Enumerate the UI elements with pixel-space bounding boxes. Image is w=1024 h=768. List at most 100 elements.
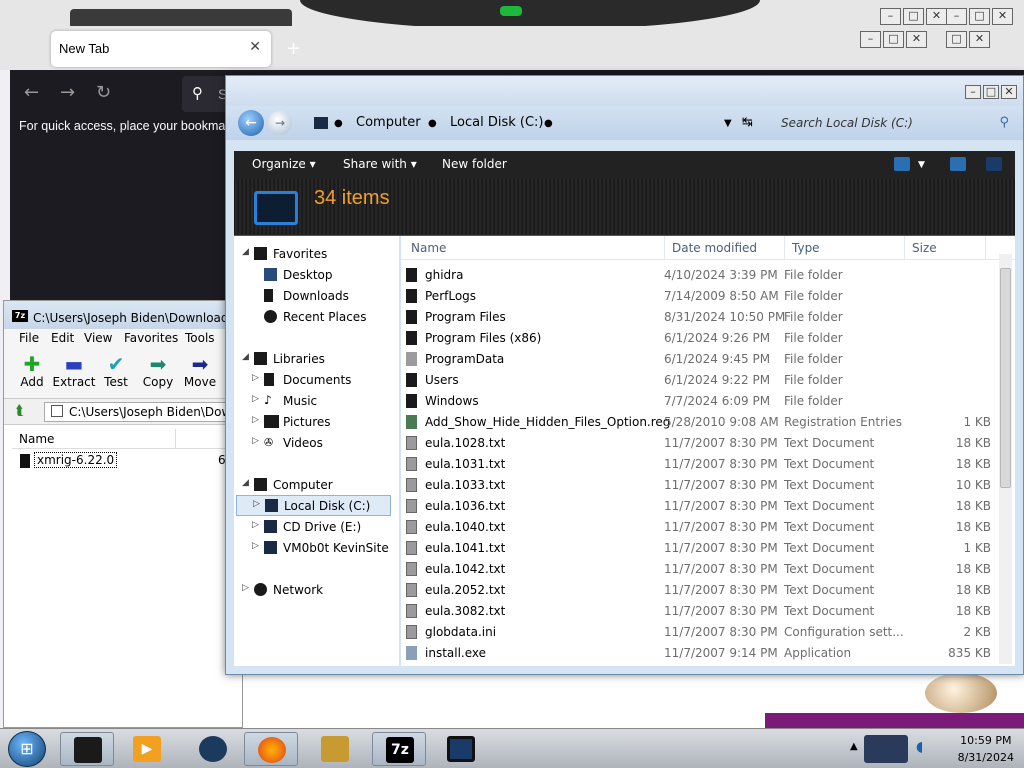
expand-icon[interactable]: ▷ [252,541,259,551]
column-name[interactable]: Name [411,241,446,255]
close-icon[interactable]: ✕ [969,31,990,48]
refresh-icon[interactable]: ↹ [742,115,753,130]
column-date-modified[interactable]: Date modified [672,241,757,255]
minimize-icon[interactable]: – [946,8,967,25]
clock[interactable]: 10:59 PM 8/31/2024 [958,732,1014,766]
maximize-icon[interactable]: □ [903,8,924,25]
menu-view[interactable]: View [84,331,112,345]
expand-icon[interactable]: ▷ [242,583,249,593]
back-button[interactable]: ← [238,110,264,136]
help-icon[interactable] [986,157,1002,171]
new-tab-button[interactable]: + [286,38,301,59]
column-type[interactable]: Type [792,241,820,255]
file-row[interactable]: ProgramData 6/1/2024 9:45 PM File folder [401,349,1001,370]
tray-app-icon[interactable] [864,735,908,763]
expand-icon[interactable]: ▷ [252,373,259,383]
taskbar-box-app[interactable] [308,732,362,766]
file-row[interactable]: Users 6/1/2024 9:22 PM File folder [401,370,1001,391]
expand-icon[interactable]: ▷ [253,499,260,509]
taskbar-media-player[interactable]: ▶ [120,732,174,766]
preview-pane-icon[interactable] [950,157,966,171]
collapse-icon[interactable]: ◢ [242,247,249,257]
taskbar-globe-app[interactable] [186,732,240,766]
search-box[interactable]: Search Local Disk (C:) ⚲ [771,110,1013,136]
file-row[interactable]: eula.1028.txt 11/7/2007 8:30 PM Text Docum… [401,433,1001,454]
breadcrumb-separator-icon[interactable]: ● [334,118,343,129]
minimize-icon[interactable]: – [860,31,881,48]
start-button[interactable]: ⊞ [8,731,46,767]
expand-icon[interactable]: ▷ [252,394,259,404]
file-row[interactable]: install.exe 11/7/2007 9:14 PM Application 8… [401,643,1001,664]
taskbar-firefox[interactable] [244,732,298,766]
file-row[interactable]: Windows 7/7/2024 6:09 PM File folder [401,391,1001,412]
file-row[interactable]: eula.1033.txt 11/7/2007 8:30 PM Text Docum… [401,475,1001,496]
nav-local-disk-c[interactable]: ▷ Local Disk (C:) [236,495,391,516]
menu-edit[interactable]: Edit [51,331,74,345]
breadcrumb-computer[interactable]: Computer [356,115,421,130]
close-icon[interactable]: ✕ [992,8,1013,25]
file-row[interactable]: eula.3082.txt 11/7/2007 8:30 PM Text Docum… [401,601,1001,622]
taskbar-monitor-app[interactable] [434,732,488,766]
file-row[interactable]: Program Files (x86) 6/1/2024 9:26 PM File … [401,328,1001,349]
test-button[interactable]: ✔ Test [94,353,138,389]
vertical-scrollbar[interactable] [999,254,1012,664]
reload-icon[interactable]: ↻ [96,82,111,103]
address-dropdown-icon[interactable]: ▼ [724,118,732,129]
collapse-icon[interactable]: ◢ [242,352,249,362]
minimize-icon[interactable]: – [965,85,981,99]
forward-button[interactable]: → [268,111,292,135]
new-folder-button[interactable]: New folder [442,157,507,171]
expand-icon[interactable]: ▷ [252,415,259,425]
menu-tools[interactable]: Tools [185,331,215,345]
up-folder-icon[interactable]: ⮬ [16,403,24,419]
column-separator[interactable] [985,236,986,260]
view-options-icon[interactable] [894,157,910,171]
file-row[interactable]: eula.1042.txt 11/7/2007 8:30 PM Text Docum… [401,559,1001,580]
scrollbar-thumb[interactable] [1000,268,1011,488]
back-arrow-icon[interactable]: ← [24,82,39,103]
move-button[interactable]: ➡ Move [178,353,222,389]
file-row[interactable]: eula.1036.txt 11/7/2007 8:30 PM Text Docum… [401,496,1001,517]
column-separator[interactable] [664,236,665,260]
expand-icon[interactable]: ▷ [252,520,259,530]
share-with-button[interactable]: Share with ▾ [343,157,417,171]
add-button[interactable]: ✚ Add [10,353,54,389]
file-row[interactable]: Add_Show_Hide_Hidden_Files_Option.reg 5/2… [401,412,1001,433]
breadcrumb[interactable]: ● Computer ● Local Disk (C:) ● ▼ ↹ [300,110,760,136]
maximize-icon[interactable]: □ [969,8,990,25]
expand-icon[interactable]: ▷ [252,436,259,446]
maximize-icon[interactable]: □ [883,31,904,48]
file-row[interactable]: PerfLogs 7/14/2009 8:50 AM File folder [401,286,1001,307]
minimize-icon[interactable]: – [880,8,901,25]
breadcrumb-separator-icon[interactable]: ● [428,118,437,129]
close-icon[interactable]: ✕ [1001,85,1017,99]
copy-button[interactable]: ➡ Copy [136,353,180,389]
column-separator[interactable] [904,236,905,260]
maximize-icon[interactable]: □ [946,31,967,48]
file-row[interactable]: eula.2052.txt 11/7/2007 8:30 PM Text Docum… [401,580,1001,601]
close-icon[interactable]: ✕ [906,31,927,48]
maximize-icon[interactable]: □ [983,85,999,99]
file-row[interactable]: eula.1040.txt 11/7/2007 8:30 PM Text Docum… [401,517,1001,538]
menu-favorites[interactable]: Favorites [124,331,178,345]
file-row[interactable]: eula.1041.txt 11/7/2007 8:30 PM Text Docum… [401,538,1001,559]
menu-file[interactable]: File [19,331,39,345]
file-row[interactable]: globdata.ini 11/7/2007 8:30 PM Configurati… [401,622,1001,643]
file-row[interactable]: Program Files 8/31/2024 10:50 PM File fold… [401,307,1001,328]
collapse-icon[interactable]: ◢ [242,478,249,488]
7zip-path-field[interactable]: C:\Users\Joseph Biden\Downloads\ [44,402,275,422]
breadcrumb-separator-icon[interactable]: ● [544,118,553,129]
column-name[interactable]: Name [19,432,54,446]
forward-arrow-icon[interactable]: → [60,82,75,103]
volume-icon[interactable]: ◖ [916,739,923,755]
organize-button[interactable]: Organize ▾ [252,157,316,171]
column-separator[interactable] [784,236,785,260]
file-row[interactable]: eula.1031.txt 11/7/2007 8:30 PM Text Docum… [401,454,1001,475]
close-icon[interactable]: ✕ [926,8,947,25]
firefox-tab-new-tab[interactable]: New Tab ✕ [51,31,271,67]
column-size[interactable]: Size [912,241,937,255]
taskbar-explorer[interactable] [60,732,114,766]
taskbar-7zip[interactable]: 7z [372,732,426,766]
breadcrumb-local-disk[interactable]: Local Disk (C:) [450,115,543,130]
file-row[interactable]: ghidra 4/10/2024 3:39 PM File folder [401,265,1001,286]
